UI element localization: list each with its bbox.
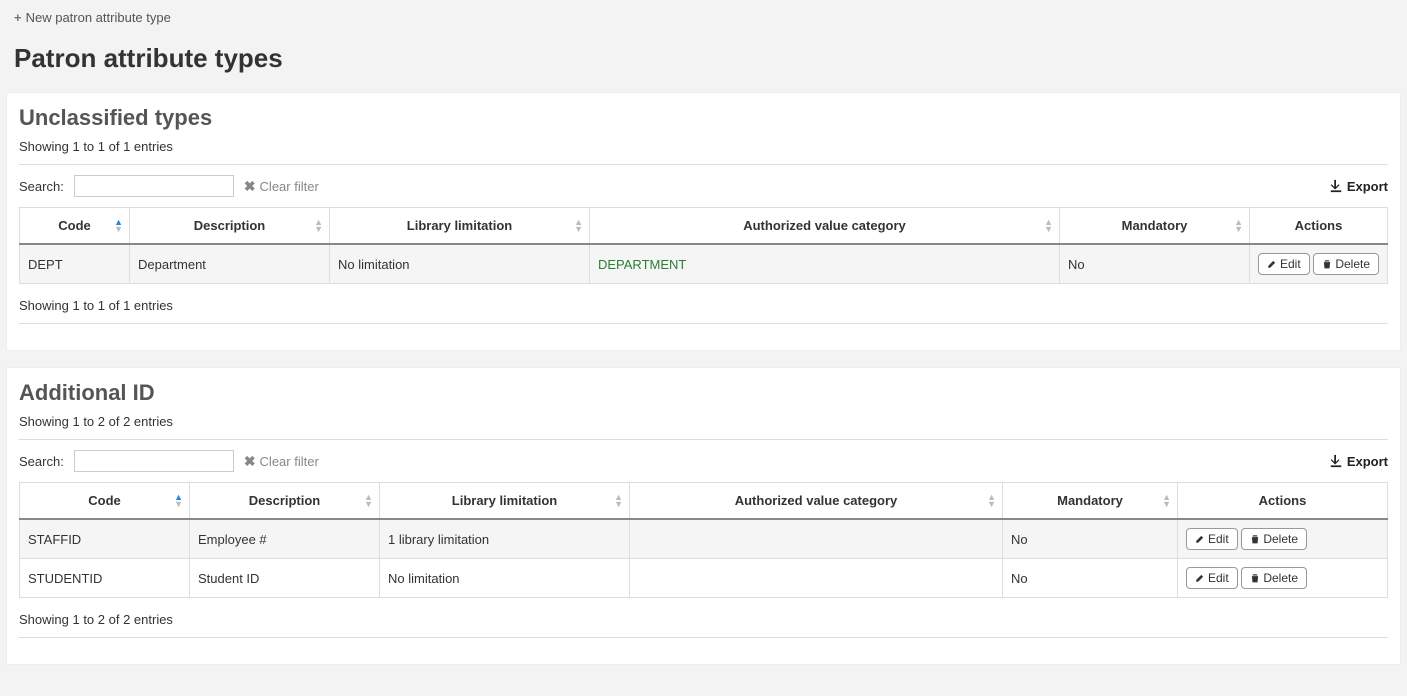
col-header-description[interactable]: Description▲▼ [190, 483, 380, 520]
table-info-bottom: Showing 1 to 1 of 1 entries [19, 298, 1388, 313]
export-label: Export [1347, 454, 1388, 469]
table-info-bottom: Showing 1 to 2 of 2 entries [19, 612, 1388, 627]
col-header-code[interactable]: Code▲▼ [20, 483, 190, 520]
sort-icon: ▲▼ [314, 219, 323, 233]
sort-icon: ▲▼ [174, 494, 183, 508]
col-header-description[interactable]: Description▲▼ [130, 208, 330, 245]
sort-icon: ▲▼ [614, 494, 623, 508]
cell-mandatory: No [1060, 244, 1250, 284]
cell-avc: DEPARTMENT [590, 244, 1060, 284]
divider [19, 439, 1388, 440]
search-input[interactable] [74, 175, 234, 197]
trash-icon [1250, 573, 1260, 583]
col-header-mandatory[interactable]: Mandatory▲▼ [1060, 208, 1250, 245]
cell-description: Department [130, 244, 330, 284]
clear-filter-label: Clear filter [260, 179, 319, 194]
cell-description: Employee # [190, 519, 380, 559]
export-button[interactable]: Export [1329, 454, 1388, 469]
cell-actions: Edit Delete [1250, 244, 1388, 284]
close-icon: ✖ [244, 178, 256, 195]
table-row: STUDENTID Student ID No limitation No Ed… [20, 559, 1388, 598]
pencil-icon [1195, 534, 1205, 544]
table-row: STAFFID Employee # 1 library limitation … [20, 519, 1388, 559]
delete-button[interactable]: Delete [1241, 528, 1307, 550]
trash-icon [1322, 259, 1332, 269]
new-patron-attribute-type-link[interactable]: + New patron attribute type [4, 4, 181, 31]
col-header-code[interactable]: Code▲▼ [20, 208, 130, 245]
divider [19, 323, 1388, 324]
sort-icon: ▲▼ [1162, 494, 1171, 508]
cell-mandatory: No [1003, 559, 1178, 598]
search-label: Search: [19, 179, 64, 194]
section-title: Unclassified types [19, 105, 1388, 131]
attribute-table: Code▲▼ Description▲▼ Library limitation▲… [19, 482, 1388, 598]
cell-library-limitation: No limitation [380, 559, 630, 598]
cell-library-limitation: No limitation [330, 244, 590, 284]
avc-link[interactable]: DEPARTMENT [598, 257, 686, 272]
new-link-label: New patron attribute type [26, 10, 171, 25]
sort-icon: ▲▼ [1234, 219, 1243, 233]
sort-icon: ▲▼ [574, 219, 583, 233]
clear-filter-button[interactable]: ✖ Clear filter [244, 178, 319, 195]
sort-icon: ▲▼ [987, 494, 996, 508]
col-header-actions: Actions [1250, 208, 1388, 245]
table-row: DEPT Department No limitation DEPARTMENT… [20, 244, 1388, 284]
cell-code: DEPT [20, 244, 130, 284]
col-header-avc[interactable]: Authorized value category▲▼ [590, 208, 1060, 245]
section-title: Additional ID [19, 380, 1388, 406]
section-additional-id: Additional ID Showing 1 to 2 of 2 entrie… [6, 367, 1401, 665]
cell-code: STAFFID [20, 519, 190, 559]
cell-description: Student ID [190, 559, 380, 598]
table-toolbar: Search: ✖ Clear filter Export [19, 450, 1388, 472]
trash-icon [1250, 534, 1260, 544]
divider [19, 164, 1388, 165]
col-header-avc[interactable]: Authorized value category▲▼ [630, 483, 1003, 520]
sort-icon: ▲▼ [114, 219, 123, 233]
col-header-library-limitation[interactable]: Library limitation▲▼ [380, 483, 630, 520]
cell-mandatory: No [1003, 519, 1178, 559]
cell-avc [630, 559, 1003, 598]
col-header-library-limitation[interactable]: Library limitation▲▼ [330, 208, 590, 245]
section-unclassified: Unclassified types Showing 1 to 1 of 1 e… [6, 92, 1401, 351]
export-label: Export [1347, 179, 1388, 194]
edit-button[interactable]: Edit [1186, 567, 1238, 589]
sort-icon: ▲▼ [364, 494, 373, 508]
pencil-icon [1267, 259, 1277, 269]
export-button[interactable]: Export [1329, 179, 1388, 194]
sort-icon: ▲▼ [1044, 219, 1053, 233]
cell-code: STUDENTID [20, 559, 190, 598]
divider [19, 637, 1388, 638]
delete-button[interactable]: Delete [1313, 253, 1379, 275]
attribute-table: Code▲▼ Description▲▼ Library limitation▲… [19, 207, 1388, 284]
cell-library-limitation: 1 library limitation [380, 519, 630, 559]
edit-button[interactable]: Edit [1186, 528, 1238, 550]
search-input[interactable] [74, 450, 234, 472]
delete-button[interactable]: Delete [1241, 567, 1307, 589]
table-info-top: Showing 1 to 1 of 1 entries [19, 139, 1388, 154]
clear-filter-label: Clear filter [260, 454, 319, 469]
cell-actions: Edit Delete [1178, 559, 1388, 598]
download-icon [1329, 179, 1343, 193]
plus-icon: + [14, 10, 22, 25]
cell-actions: Edit Delete [1178, 519, 1388, 559]
pencil-icon [1195, 573, 1205, 583]
edit-button[interactable]: Edit [1258, 253, 1310, 275]
page-title: Patron attribute types [14, 43, 1393, 74]
table-toolbar: Search: ✖ Clear filter Export [19, 175, 1388, 197]
search-label: Search: [19, 454, 64, 469]
col-header-actions: Actions [1178, 483, 1388, 520]
table-info-top: Showing 1 to 2 of 2 entries [19, 414, 1388, 429]
close-icon: ✖ [244, 453, 256, 470]
clear-filter-button[interactable]: ✖ Clear filter [244, 453, 319, 470]
cell-avc [630, 519, 1003, 559]
col-header-mandatory[interactable]: Mandatory▲▼ [1003, 483, 1178, 520]
download-icon [1329, 454, 1343, 468]
